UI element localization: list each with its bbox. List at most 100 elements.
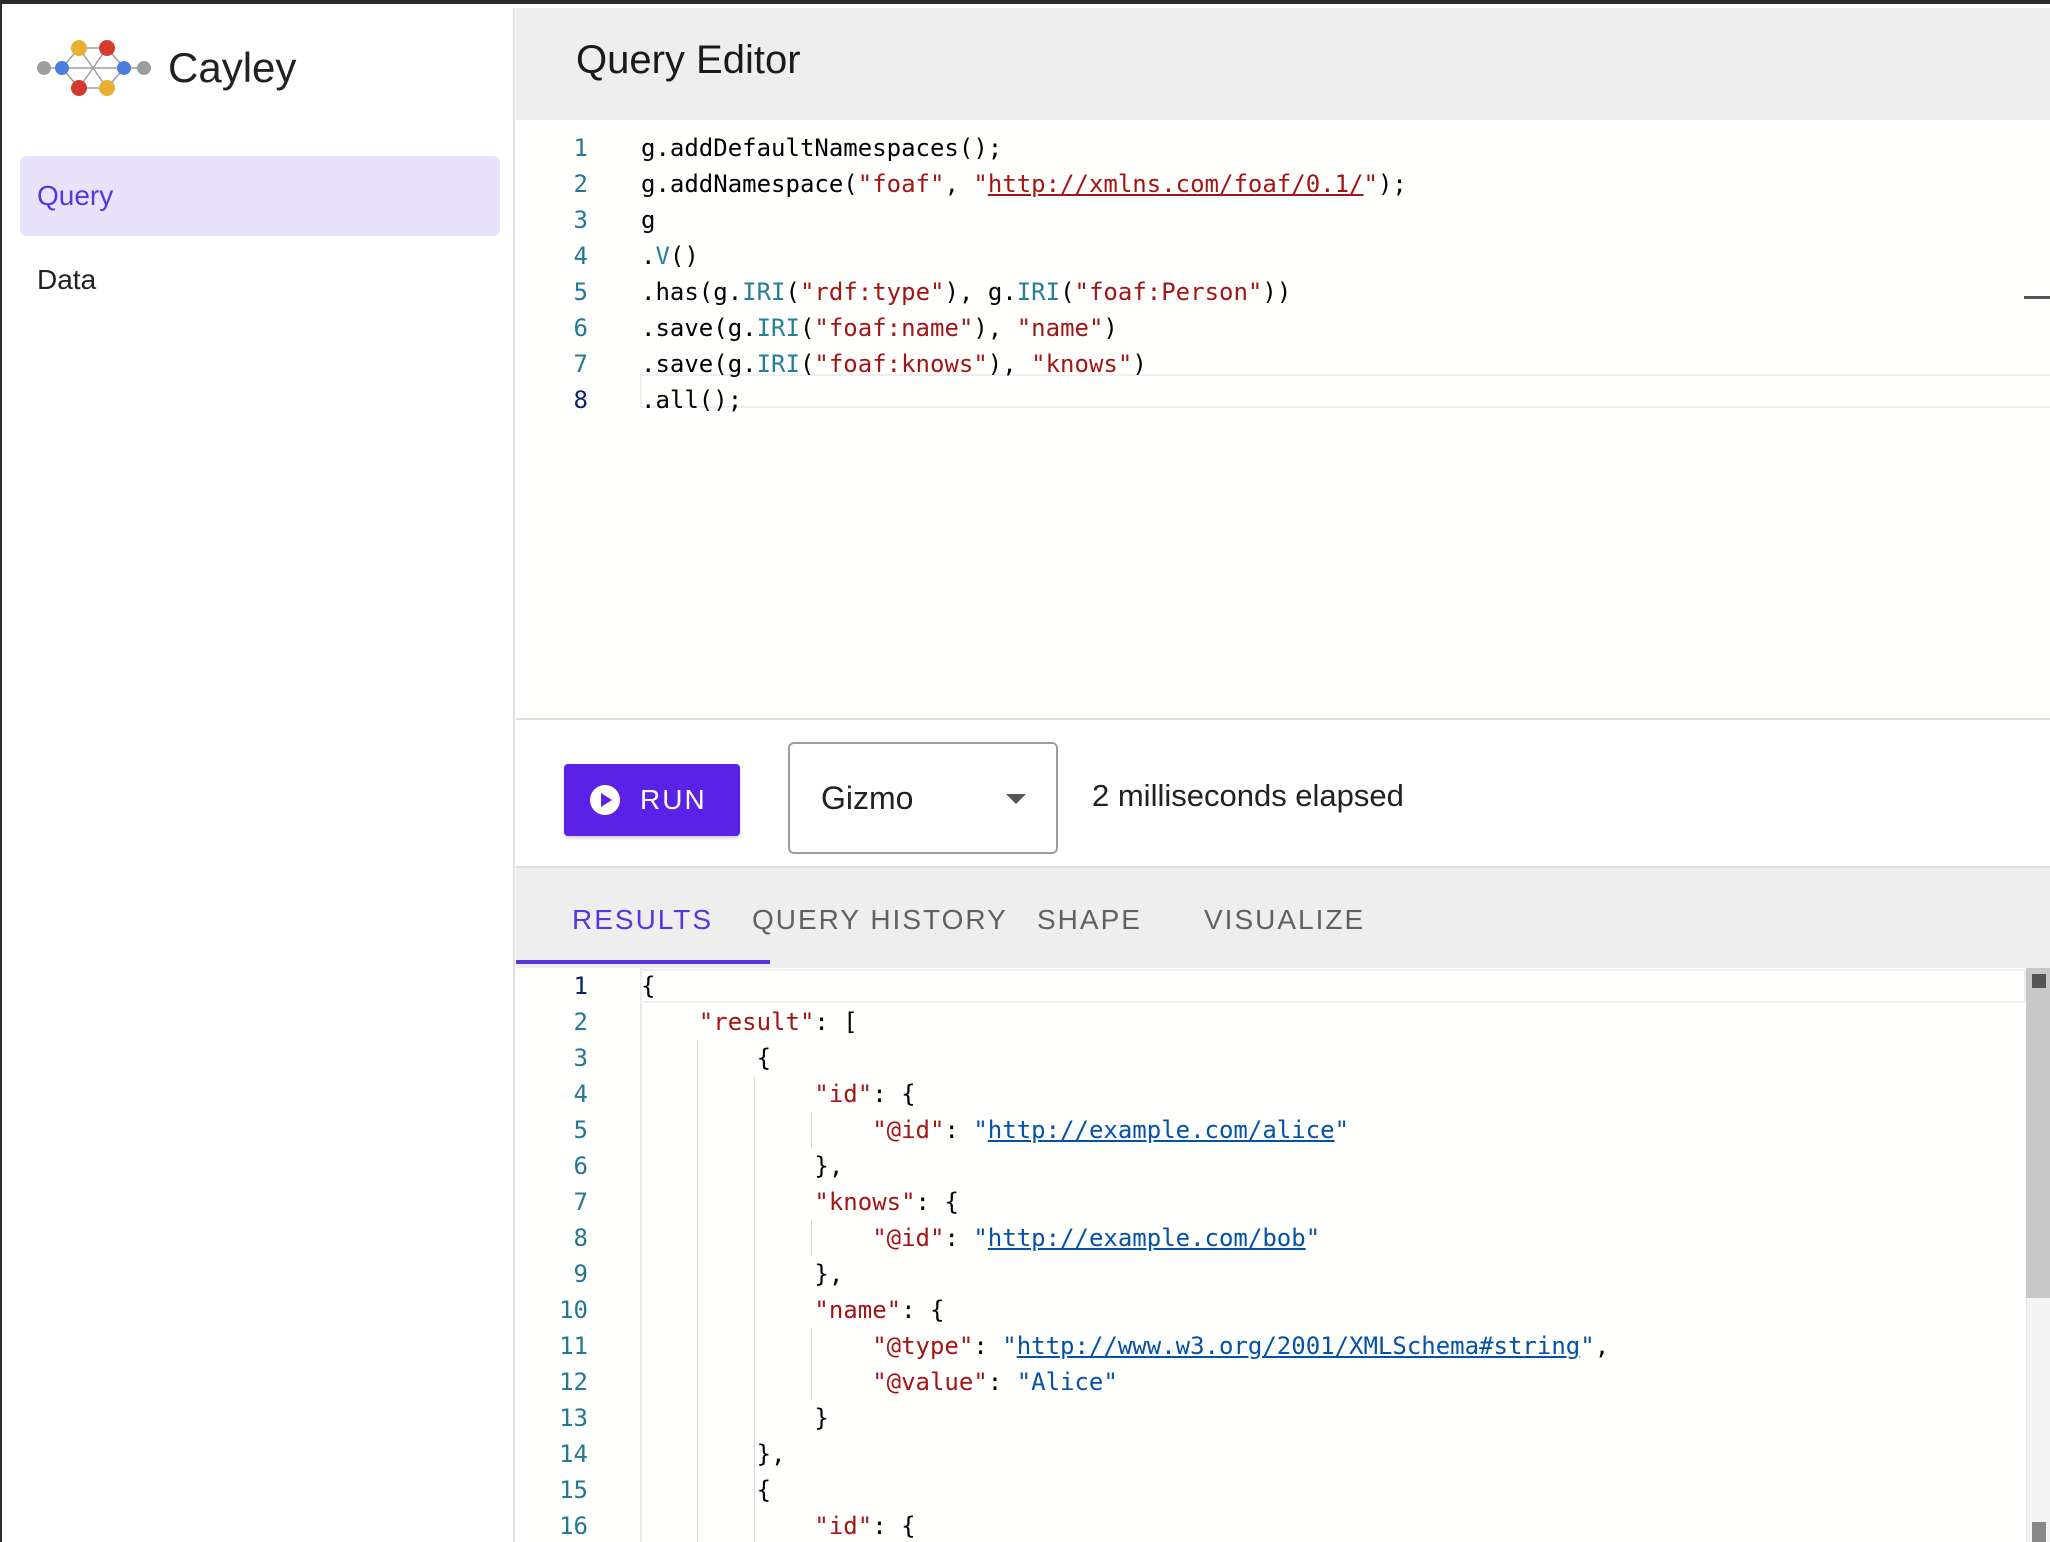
code-text: g: [641, 202, 655, 238]
play-circle-icon: [590, 785, 620, 815]
tab-shape[interactable]: SHAPE: [1037, 904, 1142, 936]
results-line: 16 "id": {: [516, 1508, 2050, 1542]
run-button[interactable]: RUN: [564, 764, 740, 836]
code-token: "result": [698, 1008, 815, 1036]
line-number: 11: [559, 1332, 588, 1360]
app-window: Cayley Query Data Query Editor 1 g.addDef…: [0, 0, 2050, 1542]
main-panel: Query Editor 1 g.addDefaultNamespaces(); 2…: [516, 8, 2050, 1542]
code-token: : {: [901, 1296, 945, 1324]
query-toolbar: RUN Gizmo 2 milliseconds elapsed: [516, 720, 2050, 868]
code-token[interactable]: http://www.w3.org/2001/XMLSchema#string: [1017, 1332, 1581, 1360]
code-text: g.addDefaultNamespaces();: [641, 130, 1002, 166]
code-token: .all();: [641, 386, 743, 414]
line-number: 8: [573, 1224, 588, 1252]
sidebar: Cayley Query Data: [4, 8, 515, 1542]
code-token: .has(g.: [641, 278, 743, 306]
code-token[interactable]: http://example.com/bob: [988, 1224, 1306, 1252]
sidebar-item-query[interactable]: Query: [20, 156, 500, 236]
code-token: .save(g.: [641, 350, 757, 378]
line-number: 16: [559, 1512, 588, 1540]
code-text: .has(g.IRI("rdf:type"), g.IRI("foaf:Pers…: [641, 274, 1291, 310]
code-token: : {: [872, 1080, 916, 1108]
line-number: 2: [573, 170, 588, 198]
code-token: ": [973, 170, 988, 198]
editor-line: 4 .V(): [516, 238, 2050, 274]
code-token: (: [799, 350, 815, 378]
code-token: :: [944, 1116, 974, 1144]
app-logo[interactable]: Cayley: [34, 28, 296, 108]
code-text: "@type": "http://www.w3.org/2001/XMLSche…: [641, 1328, 1609, 1364]
code-token: :: [973, 1332, 1003, 1360]
language-select[interactable]: Gizmo: [788, 742, 1058, 854]
code-text: "knows": {: [641, 1184, 959, 1220]
code-token: ),: [987, 350, 1032, 378]
code-token: ), g.: [944, 278, 1017, 306]
line-number: 12: [559, 1368, 588, 1396]
code-token[interactable]: http://example.com/alice: [988, 1116, 1335, 1144]
line-number: 7: [573, 1188, 588, 1216]
code-token: :: [987, 1368, 1017, 1396]
code-token: ": [1305, 1224, 1321, 1252]
tab-query-history[interactable]: QUERY HISTORY: [752, 904, 1008, 936]
code-text: },: [641, 1148, 843, 1184]
results-tabs: RESULTS QUERY HISTORY SHAPE VISUALIZE: [516, 868, 2050, 968]
line-number: 2: [573, 1008, 588, 1036]
results-viewer[interactable]: 1{2 "result": [3 {4 "id": {5 "@id": "htt…: [516, 968, 2050, 1542]
tab-results[interactable]: RESULTS: [572, 904, 713, 936]
sidebar-item-data[interactable]: Data: [20, 240, 500, 320]
code-token: },: [641, 1440, 786, 1468]
tab-visualize[interactable]: VISUALIZE: [1204, 904, 1365, 936]
line-number: 5: [573, 278, 588, 306]
code-token: ,: [944, 170, 974, 198]
results-line: 12 "@value": "Alice": [516, 1364, 2050, 1400]
code-text: "@id": "http://example.com/bob": [641, 1220, 1320, 1256]
code-text: {: [641, 1472, 771, 1508]
caret-down-icon: [1006, 794, 1026, 804]
code-text: "result": [: [641, 1004, 858, 1040]
code-token: {: [641, 972, 656, 1000]
code-text: g.addNamespace("foaf", "http://xmlns.com…: [641, 166, 1407, 202]
line-number: 6: [573, 1152, 588, 1180]
code-token: V: [655, 242, 670, 270]
code-token: "foaf:knows": [814, 350, 988, 378]
line-number: 4: [573, 242, 588, 270]
code-token: "foaf:name": [814, 314, 974, 342]
app-name: Cayley: [168, 44, 297, 91]
elapsed-time: 2 milliseconds elapsed: [1092, 778, 1404, 813]
line-number: 1: [573, 972, 588, 1000]
results-line: 8 "@id": "http://example.com/bob": [516, 1220, 2050, 1256]
code-token: ),: [973, 314, 1017, 342]
code-token: {: [641, 1476, 772, 1504]
code-text: .save(g.IRI("foaf:knows"), "knows"): [641, 346, 1147, 382]
editor-line: 2 g.addNamespace("foaf", "http://xmlns.co…: [516, 166, 2050, 202]
code-text: "@id": "http://example.com/alice": [641, 1112, 1349, 1148]
code-token: g.addDefaultNamespaces();: [641, 134, 1003, 162]
line-number: 3: [573, 1044, 588, 1072]
code-token: ": [973, 1116, 988, 1144]
code-token: "name": [1016, 314, 1104, 342]
code-token: ": [973, 1224, 988, 1252]
code-token: ": [1363, 170, 1378, 198]
query-editor[interactable]: 1 g.addDefaultNamespaces(); 2 g.addNamespac…: [516, 120, 2050, 720]
code-text: }: [641, 1400, 828, 1436]
active-tab-indicator: [516, 960, 770, 964]
code-token: ): [1103, 314, 1118, 342]
code-token: : {: [872, 1512, 916, 1540]
code-text: },: [641, 1436, 786, 1472]
results-line: 2 "result": [: [516, 1004, 2050, 1040]
code-token: .save(g.: [641, 314, 757, 342]
code-token: )): [1262, 278, 1292, 306]
code-token[interactable]: http://xmlns.com/foaf/0.1/: [988, 170, 1364, 198]
code-token: },: [641, 1260, 844, 1288]
code-token: (: [785, 278, 800, 306]
code-token: : [: [814, 1008, 858, 1036]
code-token: g: [641, 206, 656, 234]
results-line: 11 "@type": "http://www.w3.org/2001/XMLS…: [516, 1328, 2050, 1364]
code-token: .: [641, 242, 656, 270]
page-header: Query Editor: [516, 8, 2050, 120]
line-number: 6: [573, 314, 588, 342]
language-select-value: Gizmo: [821, 780, 914, 816]
line-number: 8: [573, 386, 588, 414]
